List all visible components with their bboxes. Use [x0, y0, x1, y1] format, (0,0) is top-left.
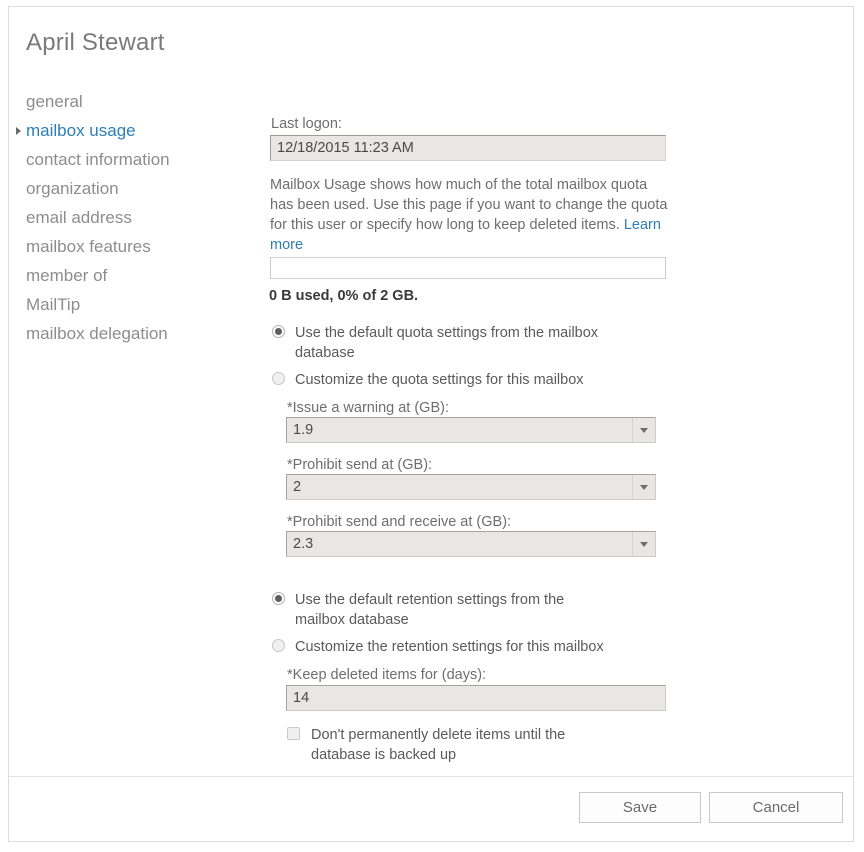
chevron-down-icon[interactable] — [632, 475, 655, 499]
cancel-button[interactable]: Cancel — [709, 792, 843, 823]
last-logon-value: 12/18/2015 11:23 AM — [270, 135, 666, 161]
sidebar-item-mailbox-usage[interactable]: mailbox usage — [9, 116, 259, 145]
sidebar-item-mailtip[interactable]: MailTip — [9, 290, 259, 319]
radio-label: Use the default retention settings from … — [295, 592, 564, 628]
radio-indicator — [272, 592, 285, 605]
radio-label: Customize the quota settings for this ma… — [295, 372, 584, 388]
radio-custom-retention[interactable]: Customize the retention settings for thi… — [270, 637, 675, 657]
issue-warning-dropdown[interactable]: 1.9 — [286, 417, 656, 443]
dropdown-value: 2.3 — [293, 532, 313, 556]
dropdown-value: 2 — [293, 475, 301, 499]
sidebar-item-label: mailbox features — [26, 237, 151, 256]
radio-indicator — [272, 639, 285, 652]
sidebar-item-label: organization — [26, 179, 119, 198]
keep-deleted-items-label: *Keep deleted items for (days): — [287, 667, 486, 683]
sidebar-item-label: contact information — [26, 150, 170, 169]
radio-label: Customize the retention settings for thi… — [295, 639, 604, 655]
last-logon-label: Last logon: — [271, 115, 342, 133]
sidebar-item-label: email address — [26, 208, 132, 227]
quota-usage-bar — [270, 257, 666, 279]
sidebar-item-member-of[interactable]: member of — [9, 261, 259, 290]
sidebar-nav: general mailbox usage contact informatio… — [9, 87, 259, 348]
sidebar-item-email-address[interactable]: email address — [9, 203, 259, 232]
description-text: Mailbox Usage shows how much of the tota… — [270, 175, 670, 255]
sidebar-item-label: MailTip — [26, 295, 80, 314]
radio-default-quota[interactable]: Use the default quota settings from the … — [270, 323, 635, 363]
checkbox-indicator — [287, 727, 300, 740]
prohibit-send-label: *Prohibit send at (GB): — [287, 457, 432, 473]
sidebar-item-label: mailbox usage — [26, 121, 136, 140]
footer-divider — [9, 776, 853, 777]
sidebar-item-label: mailbox delegation — [26, 324, 168, 343]
usage-summary-text: 0 B used, 0% of 2 GB. — [269, 288, 418, 304]
keep-deleted-items-input[interactable]: 14 — [286, 685, 666, 711]
settings-panel: April Stewart general mailbox usage cont… — [8, 6, 854, 842]
checkbox-dont-delete-until-backup[interactable]: Don't permanently delete items until the… — [287, 725, 601, 765]
radio-default-retention[interactable]: Use the default retention settings from … — [270, 590, 615, 630]
sidebar-item-label: general — [26, 92, 83, 111]
radio-indicator — [272, 372, 285, 385]
sidebar-item-label: member of — [26, 266, 107, 285]
page-title: April Stewart — [26, 29, 165, 57]
caret-right-icon — [16, 127, 21, 135]
radio-indicator — [272, 325, 285, 338]
prohibit-send-receive-label: *Prohibit send and receive at (GB): — [287, 514, 511, 530]
sidebar-item-general[interactable]: general — [9, 87, 259, 116]
prohibit-send-dropdown[interactable]: 2 — [286, 474, 656, 500]
sidebar-item-contact-information[interactable]: contact information — [9, 145, 259, 174]
issue-warning-label: *Issue a warning at (GB): — [287, 400, 449, 416]
chevron-down-icon[interactable] — [632, 532, 655, 556]
radio-label: Use the default quota settings from the … — [295, 325, 598, 361]
save-button[interactable]: Save — [579, 792, 701, 823]
dropdown-value: 1.9 — [293, 418, 313, 442]
checkbox-label: Don't permanently delete items until the… — [311, 727, 565, 763]
chevron-down-icon[interactable] — [632, 418, 655, 442]
sidebar-item-organization[interactable]: organization — [9, 174, 259, 203]
description-body: Mailbox Usage shows how much of the tota… — [270, 177, 667, 233]
prohibit-send-receive-dropdown[interactable]: 2.3 — [286, 531, 656, 557]
sidebar-item-mailbox-delegation[interactable]: mailbox delegation — [9, 319, 259, 348]
sidebar-item-mailbox-features[interactable]: mailbox features — [9, 232, 259, 261]
radio-custom-quota[interactable]: Customize the quota settings for this ma… — [270, 370, 675, 390]
